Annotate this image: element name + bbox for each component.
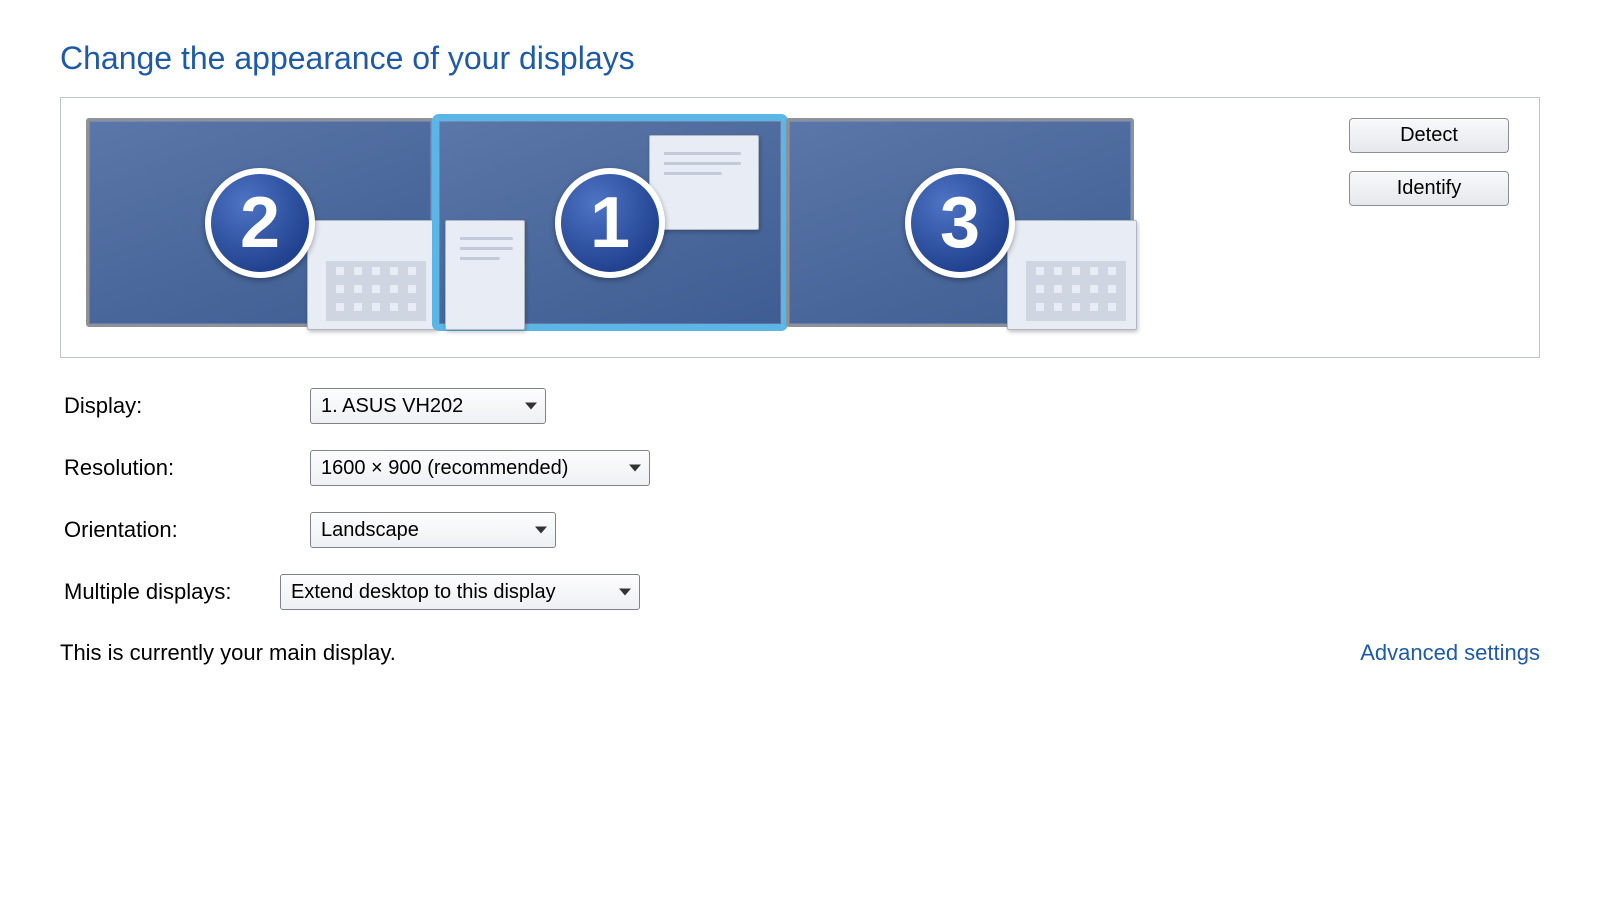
display-label: Display:	[64, 393, 310, 419]
monitor-thumbnail-2[interactable]: 2	[86, 118, 434, 327]
advanced-settings-link[interactable]: Advanced settings	[1360, 640, 1540, 666]
detect-button[interactable]: Detect	[1349, 118, 1509, 153]
display-settings-form: Display: 1. ASUS VH202 Resolution: 1600 …	[60, 388, 1540, 610]
window-icon	[307, 220, 437, 330]
resolution-label: Resolution:	[64, 455, 310, 481]
multiple-displays-label: Multiple displays:	[64, 579, 280, 605]
chevron-down-icon	[629, 465, 641, 472]
orientation-label: Orientation:	[64, 517, 310, 543]
window-icon	[1007, 220, 1137, 330]
window-icon	[649, 135, 759, 230]
chevron-down-icon	[535, 527, 547, 534]
display-arrangement-panel: 2 1 3 Detect Identify	[60, 97, 1540, 358]
orientation-dropdown[interactable]: Landscape	[310, 512, 556, 548]
side-button-group: Detect Identify	[1349, 118, 1509, 206]
chevron-down-icon	[525, 403, 537, 410]
display-dropdown[interactable]: 1. ASUS VH202	[310, 388, 546, 424]
multiple-displays-dropdown[interactable]: Extend desktop to this display	[280, 574, 640, 610]
monitor-thumbnail-3[interactable]: 3	[786, 118, 1134, 327]
identify-button[interactable]: Identify	[1349, 171, 1509, 206]
monitor-number-badge: 1	[555, 168, 665, 278]
resolution-dropdown-value: 1600 × 900 (recommended)	[321, 457, 568, 480]
window-icon	[445, 220, 525, 330]
monitor-number-badge: 2	[205, 168, 315, 278]
orientation-dropdown-value: Landscape	[321, 519, 419, 542]
monitor-thumbnail-1[interactable]: 1	[436, 118, 784, 327]
display-dropdown-value: 1. ASUS VH202	[321, 395, 463, 418]
monitor-number-badge: 3	[905, 168, 1015, 278]
chevron-down-icon	[619, 589, 631, 596]
main-display-status-text: This is currently your main display.	[60, 640, 396, 666]
page-title: Change the appearance of your displays	[60, 40, 1540, 77]
multiple-displays-dropdown-value: Extend desktop to this display	[291, 581, 556, 604]
resolution-dropdown[interactable]: 1600 × 900 (recommended)	[310, 450, 650, 486]
monitor-arrangement-area[interactable]: 2 1 3	[86, 118, 1134, 327]
